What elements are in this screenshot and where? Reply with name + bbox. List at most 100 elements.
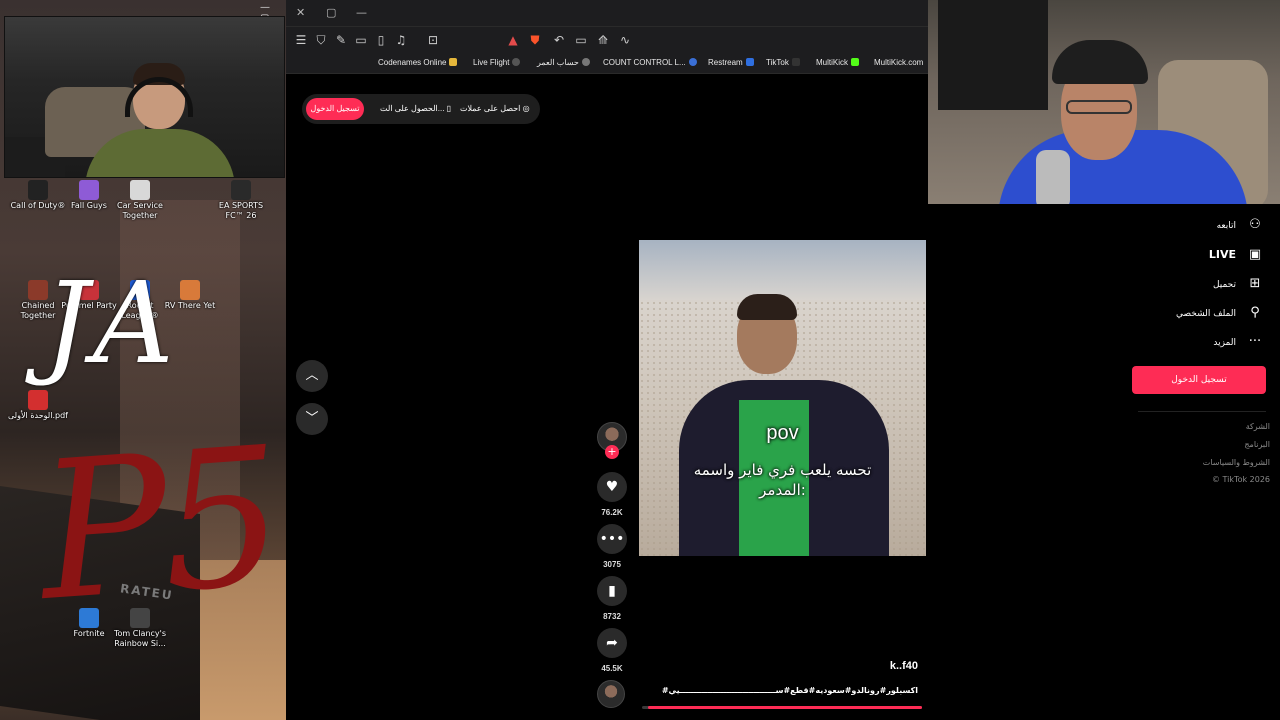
follow-plus-icon[interactable]: + xyxy=(605,445,619,459)
get-app-label: الحصول على الت... xyxy=(380,104,445,113)
follow-user-icon: ⚇ xyxy=(1249,217,1261,232)
comment-count: 3075 xyxy=(603,560,621,569)
bookmark-label: Live Flight xyxy=(473,58,510,67)
sidebar-divider xyxy=(1138,411,1266,412)
bookmark-label: MultiKick.com xyxy=(874,58,924,67)
tiktok-top-bar: تسجيل الدخول الحصول على الت... ▯ احصل عل… xyxy=(302,94,540,124)
bookmark-label: Restream xyxy=(708,58,743,67)
video-player[interactable]: pov تحسه يلعب فري فاير واسمه المدمر: xyxy=(639,240,926,556)
webcam-feed-left xyxy=(4,16,285,178)
rv-there-yet-icon xyxy=(180,280,200,300)
sound-avatar[interactable] xyxy=(597,680,625,708)
previous-video-button[interactable]: ︿ xyxy=(296,360,328,392)
sidebar-item-label: تحميل xyxy=(1212,280,1236,290)
chevron-up-icon: ︿ xyxy=(305,368,319,383)
webcam-person-cap xyxy=(1052,40,1148,84)
comment-button[interactable]: ••• xyxy=(597,524,627,554)
extension-icon[interactable]: ✎ xyxy=(334,33,348,47)
pdf-icon xyxy=(28,390,48,410)
sidebar-item-upload[interactable]: تحميل ⊞ xyxy=(1213,273,1264,295)
comment-icon: ••• xyxy=(599,531,625,547)
shields-icon[interactable]: ⛊ xyxy=(528,33,542,47)
sidebar-item-label: المزيد xyxy=(1213,338,1236,348)
codenames-icon xyxy=(449,58,458,66)
bookmark-tiktok[interactable]: TikTok xyxy=(766,58,800,67)
sidebar-item-label: LIVE xyxy=(1208,248,1236,261)
sidebar-item-profile[interactable]: الملف الشخصي ⚲ xyxy=(1176,302,1264,324)
minimize-icon[interactable]: — xyxy=(356,6,367,19)
sidebar-item-live[interactable]: LIVE ▣ xyxy=(1209,244,1264,266)
share-count: 45.5K xyxy=(601,664,623,673)
footer-link-program[interactable]: البرنامج xyxy=(1244,440,1270,449)
menu-icon[interactable]: ☰ xyxy=(294,33,308,47)
bookmark-restream[interactable]: Restream xyxy=(708,58,754,67)
restore-icon[interactable]: ▢ xyxy=(326,6,336,19)
sidebar-item-label: الملف الشخصي xyxy=(1176,309,1236,319)
sidebar-icon[interactable]: ▯ xyxy=(374,33,388,47)
live-tv-icon: ▣ xyxy=(1248,247,1262,262)
next-video-button[interactable]: ﹀ xyxy=(296,403,328,435)
shield-icon[interactable]: ⛉ xyxy=(314,33,328,47)
microphone-icon xyxy=(1036,150,1070,204)
bookmark-count-control[interactable]: COUNT CONTROL L... xyxy=(603,58,697,67)
share-button[interactable]: ➦ xyxy=(597,628,627,658)
music-icon[interactable]: ♫ xyxy=(394,33,408,47)
login-pill-button[interactable]: تسجيل الدخول xyxy=(306,98,364,120)
bookmark-label: TikTok xyxy=(766,58,789,67)
save-count: 8732 xyxy=(603,612,621,621)
restream-icon xyxy=(745,58,754,66)
translate-icon[interactable]: ⟰ xyxy=(596,33,610,47)
desktop-icon-label: EA SPORTS FC™ 26 xyxy=(218,201,264,220)
browser-titlebar: ✕ ▢ — xyxy=(286,0,928,26)
bookmark-multikick-com[interactable]: MultiKick.com xyxy=(874,58,923,67)
screenshot-icon[interactable]: ⊡ xyxy=(426,33,440,47)
desktop-icon-ea-fc[interactable]: EA SPORTS FC™ 26 xyxy=(211,180,271,221)
phone-icon: ▯ xyxy=(446,104,452,113)
brave-icon[interactable]: ▲ xyxy=(506,33,520,47)
close-icon[interactable]: ✕ xyxy=(296,6,305,19)
video-sky xyxy=(639,240,926,300)
ea-sports-fc-icon xyxy=(231,180,251,200)
globe-icon xyxy=(581,58,590,66)
sidebar-icon[interactable]: ▭ xyxy=(354,33,368,47)
car-service-icon xyxy=(130,180,150,200)
cast-icon[interactable]: ▭ xyxy=(574,33,588,47)
video-author[interactable]: k..f40 xyxy=(846,660,918,672)
bookmark-age-calculator[interactable]: حساب العمر xyxy=(537,58,590,67)
footer-link-company[interactable]: الشركة xyxy=(1246,422,1270,431)
share-icon: ➦ xyxy=(606,635,618,651)
desktop-icon-car-service[interactable]: Car Service Together xyxy=(110,180,170,221)
sidebar-item-more[interactable]: المزيد ··· xyxy=(1213,331,1264,353)
video-progress-fill xyxy=(647,706,922,709)
video-progress-bar[interactable] xyxy=(642,706,922,709)
globe-icon xyxy=(512,58,521,66)
tiktok-sidebar: اتابعه ⚇ LIVE ▣ تحميل ⊞ الملف الشخصي ⚲ المزي… xyxy=(928,204,1280,720)
get-coins-link[interactable]: احصل على عملات ◎ xyxy=(460,94,530,124)
desktop-icon-label: Car Service Together xyxy=(117,201,163,220)
bookmark-label: Codenames Online xyxy=(378,58,447,67)
tiktok-icon xyxy=(791,58,800,66)
bookmark-label: حساب العمر xyxy=(537,58,579,67)
desktop-icon-pdf[interactable]: الوحدة الأولى.pdf xyxy=(8,390,68,421)
sidebar-item-following[interactable]: اتابعه ⚇ xyxy=(1217,214,1264,236)
heart-icon: ♥ xyxy=(605,479,619,495)
get-coins-label: احصل على عملات xyxy=(460,104,521,113)
save-button[interactable]: ▮ xyxy=(597,576,627,606)
get-app-link[interactable]: الحصول على الت... ▯ xyxy=(380,94,451,124)
footer-link-terms[interactable]: الشروط والسياسات xyxy=(1203,458,1270,467)
bookmark-codenames[interactable]: Codenames Online xyxy=(378,58,458,67)
desktop-icon-label: Call of Duty® xyxy=(10,201,66,210)
desktop-background: RATEU —▢ Call of Duty® Fall Guys Car Ser… xyxy=(0,0,286,720)
bookmark-multikick[interactable]: MultiKick xyxy=(816,58,860,67)
sidebar-login-button[interactable]: تسجيل الدخول xyxy=(1132,366,1266,394)
undo-icon[interactable]: ↶ xyxy=(552,33,566,47)
browser-toolbar: ☰ ⛉ ✎ ▭ ▯ ♫ ⊡ ▲ ⛊ ↶ ▭ ⟰ ∿ xyxy=(286,26,928,54)
count-control-icon xyxy=(688,58,697,66)
desktop-icon-label: Fall Guys xyxy=(71,201,107,210)
fall-guys-icon xyxy=(79,180,99,200)
stats-icon[interactable]: ∿ xyxy=(618,33,632,47)
bookmarks-bar: Codenames Online Live Flight حساب العمر … xyxy=(286,54,928,74)
like-button[interactable]: ♥ xyxy=(597,472,627,502)
bookmark-live-flight[interactable]: Live Flight xyxy=(473,58,521,67)
minimize-icon[interactable]: — xyxy=(260,2,270,13)
